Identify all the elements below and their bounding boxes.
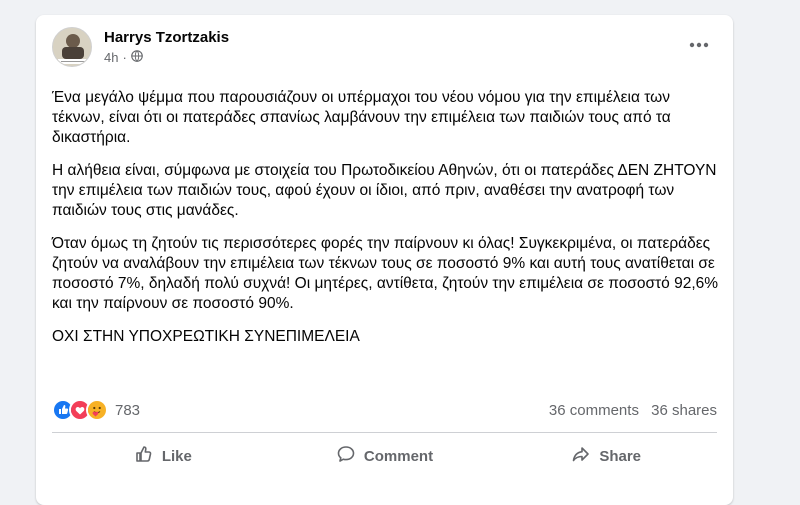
post-header: Harrys Tzortzakis 4h · bbox=[52, 27, 717, 71]
like-button[interactable]: Like bbox=[52, 438, 274, 474]
speech-bubble-icon bbox=[336, 444, 356, 468]
author-avatar[interactable] bbox=[52, 27, 92, 67]
post-paragraph: Όταν όμως τη ζητούν τις περισσότερες φορ… bbox=[52, 235, 719, 312]
globe-icon bbox=[131, 50, 143, 65]
comment-label: Comment bbox=[363, 447, 434, 465]
author-name[interactable]: Harrys Tzortzakis bbox=[104, 29, 229, 46]
post-actions: Like Comment Share bbox=[52, 438, 717, 474]
share-label: Share bbox=[599, 447, 642, 465]
comment-button[interactable]: Comment bbox=[274, 438, 496, 474]
post-time[interactable]: 4h bbox=[104, 50, 118, 65]
shares-count-link[interactable]: 36 shares bbox=[651, 402, 717, 419]
like-label: Like bbox=[161, 447, 192, 465]
post-stats: 783 36 comments 36 shares bbox=[52, 397, 717, 423]
post-paragraph: Η αλήθεια είναι, σύμφωνα με στοιχεία του… bbox=[52, 162, 717, 219]
post-card: Harrys Tzortzakis 4h · Ένα μεγάλο ψέμμα … bbox=[36, 15, 733, 505]
engagement-counts: 36 comments 36 shares bbox=[541, 402, 717, 419]
ellipsis-icon bbox=[689, 42, 709, 48]
thumbs-up-icon bbox=[134, 444, 154, 468]
post-paragraph: Ένα μεγάλο ψέμμα που παρουσιάζουν οι υπέ… bbox=[52, 89, 671, 146]
divider bbox=[52, 432, 717, 433]
share-arrow-icon bbox=[571, 444, 591, 468]
share-button[interactable]: Share bbox=[495, 438, 717, 474]
reactions-count: 783 bbox=[115, 401, 141, 419]
comments-count-link[interactable]: 36 comments bbox=[549, 402, 639, 419]
reactions-summary[interactable]: 783 bbox=[52, 399, 140, 421]
more-options-button[interactable] bbox=[681, 27, 717, 63]
post-text: Ένα μεγάλο ψέμμα που παρουσιάζουν οι υπέ… bbox=[52, 88, 722, 360]
post-paragraph: ΟΧΙ ΣΤΗΝ ΥΠΟΧΡΕΩΤΙΚΗ ΣΥΝΕΠΙΜΕΛΕΙΑ bbox=[52, 328, 360, 345]
care-reaction-icon bbox=[86, 399, 108, 421]
post-meta: 4h · bbox=[104, 50, 143, 65]
